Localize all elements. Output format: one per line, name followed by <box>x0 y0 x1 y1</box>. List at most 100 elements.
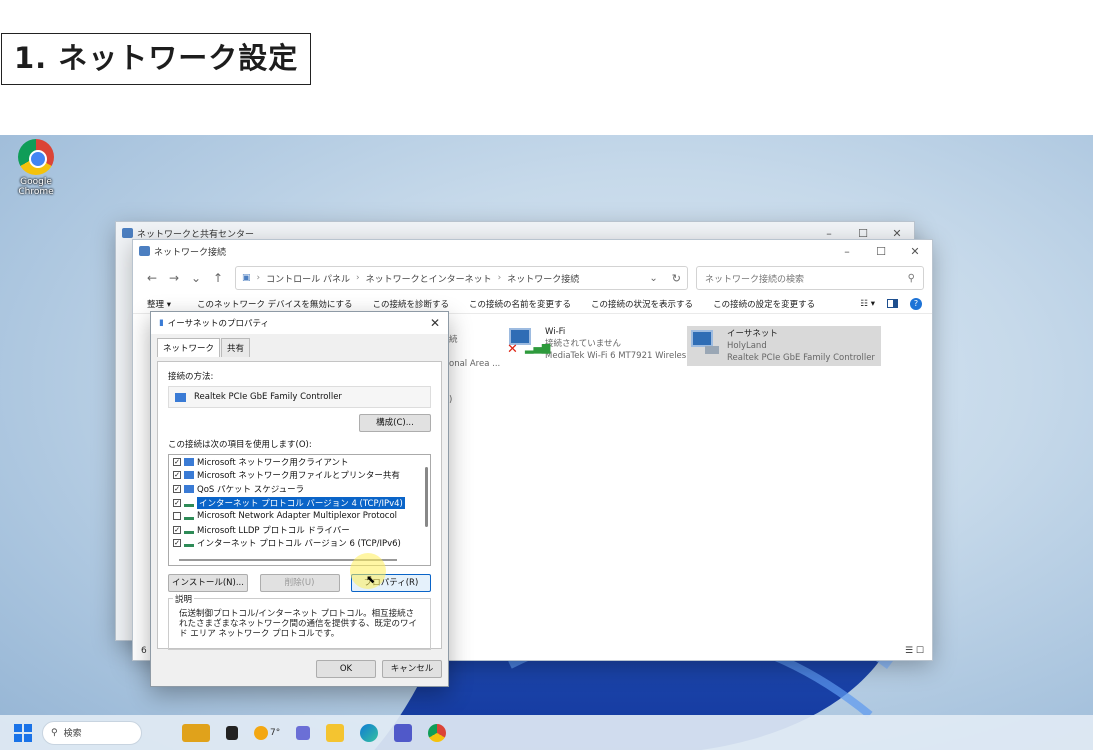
cancel-button[interactable]: キャンセル <box>382 660 442 678</box>
breadcrumb-network-connections[interactable]: ネットワーク接続 <box>507 272 579 285</box>
partial-adapter-line1: 続 <box>449 335 458 345</box>
up-arrow-icon[interactable]: ↑ <box>207 271 229 285</box>
protocol-icon <box>184 498 194 507</box>
chrome-taskbar-icon[interactable] <box>428 723 447 742</box>
edge-icon[interactable] <box>360 723 379 742</box>
chrome-shortcut-label: Google Chrome <box>18 177 54 197</box>
minimize-icon[interactable]: – <box>830 245 864 258</box>
configure-button[interactable]: 構成(C)... <box>359 414 431 432</box>
dialog-tabs: ネットワーク 共有 <box>151 334 448 357</box>
install-button[interactable]: インストール(N)... <box>168 574 248 592</box>
close-icon[interactable]: ✕ <box>880 227 914 240</box>
search-input[interactable]: ネットワーク接続の検索 ⚲ <box>696 266 924 290</box>
ethernet-adapter-name: イーサネット <box>727 329 778 339</box>
cmd-disable-device[interactable]: このネットワーク デバイスを無効にする <box>197 298 353 310</box>
preview-pane-icon[interactable] <box>887 299 898 308</box>
help-icon[interactable]: ? <box>910 297 922 310</box>
breadcrumb-network-internet[interactable]: ネットワークとインターネット <box>366 272 492 285</box>
list-item[interactable]: ✓ インターネット プロトコル バージョン 6 (TCP/IPv6) <box>169 537 430 551</box>
minimize-icon[interactable]: – <box>812 227 846 240</box>
breadcrumb-separator: › <box>497 273 502 283</box>
chrome-desktop-shortcut[interactable]: Google Chrome <box>4 139 68 197</box>
item-checkbox[interactable]: ✓ <box>173 525 181 534</box>
cmd-change-settings[interactable]: この接続の設定を変更する <box>713 298 815 310</box>
address-dropdown-icon[interactable]: ⌄ <box>649 273 657 284</box>
breadcrumb-control-panel[interactable]: コントロール パネル <box>266 272 350 285</box>
dialog-icon: ▮ <box>159 318 164 328</box>
widgets-icon[interactable] <box>182 723 210 742</box>
item-label: QoS パケット スケジューラ <box>197 484 305 495</box>
main-window-titlebar[interactable]: ネットワーク接続 – ☐ ✕ <box>133 240 932 262</box>
item-checkbox[interactable]: ✓ <box>173 484 181 493</box>
start-icon[interactable] <box>14 723 32 742</box>
list-item[interactable]: ✓ Microsoft ネットワーク用クライアント <box>169 455 430 469</box>
tab-sharing[interactable]: 共有 <box>221 338 251 357</box>
item-checkbox[interactable]: ✓ <box>173 539 181 548</box>
control-panel-icon: ▣ <box>242 273 251 283</box>
desktop: Google Chrome ネットワークと共有センター – ☐ ✕ ネットワーク… <box>0 135 1093 750</box>
network-center-icon <box>122 228 133 238</box>
weather-temp: 7° <box>270 727 281 738</box>
back-arrow-icon[interactable]: ← <box>141 271 163 285</box>
adapter-ethernet[interactable]: イーサネット HolyLand Realtek PCIe GbE Family … <box>687 326 881 366</box>
tab-network[interactable]: ネットワーク <box>157 338 221 357</box>
dialog-close-icon[interactable]: ✕ <box>422 316 448 330</box>
network-connections-icon <box>139 246 150 256</box>
network-component-icon <box>184 484 194 493</box>
search-icon: ⚲ <box>907 272 915 284</box>
ok-button[interactable]: OK <box>316 660 376 678</box>
partial-adapter-item[interactable]: 続 onal Area ... ) <box>449 334 500 406</box>
view-options-icon[interactable]: ☷ ▾ <box>860 299 875 309</box>
ethernet-adapter-icon <box>689 328 721 358</box>
chrome-icon <box>18 139 54 175</box>
large-icons-view-icon[interactable]: ☐ <box>916 646 924 656</box>
taskbar-search[interactable]: ⚲ 検索 <box>42 720 142 745</box>
teams-chat-icon[interactable] <box>296 725 311 740</box>
refresh-icon[interactable]: ↻ <box>672 272 681 285</box>
maximize-icon[interactable]: ☐ <box>846 227 880 240</box>
dialog-titlebar[interactable]: ▮ イーサネットのプロパティ ✕ <box>151 312 448 334</box>
recent-chevron-icon[interactable]: ⌄ <box>185 271 207 285</box>
description-text: 伝送制御プロトコル/インターネット プロトコル。相互接続されたさまざまなネットワ… <box>179 609 418 639</box>
task-view-icon[interactable] <box>226 725 238 740</box>
maximize-icon[interactable]: ☐ <box>864 245 898 258</box>
partial-adapter-line2: onal Area ... <box>449 359 501 369</box>
cmd-organize[interactable]: 整理 ▾ <box>147 298 171 310</box>
ethernet-properties-dialog[interactable]: ▮ イーサネットのプロパティ ✕ ネットワーク 共有 接続の方法: Realte… <box>150 311 449 687</box>
ethernet-adapter-device: Realtek PCIe GbE Family Controller <box>727 353 875 363</box>
uninstall-button: 削除(U) <box>259 574 340 592</box>
list-item[interactable]: Microsoft Network Adapter Multiplexor Pr… <box>169 509 430 523</box>
address-row: ← → ⌄ ↑ ▣ › コントロール パネル › ネットワークとインターネット … <box>133 262 932 294</box>
list-item[interactable]: ✓ QoS パケット スケジューラ <box>169 482 430 496</box>
search-icon: ⚲ <box>51 727 58 738</box>
cmd-view-status[interactable]: この接続の状況を表示する <box>591 298 693 310</box>
teams-icon[interactable] <box>394 723 413 742</box>
dialog-title: イーサネットのプロパティ <box>167 319 270 329</box>
list-item-selected[interactable]: ✓ インターネット プロトコル バージョン 4 (TCP/IPv4) <box>169 496 430 510</box>
breadcrumb-separator: › <box>356 273 360 283</box>
address-bar[interactable]: ▣ › コントロール パネル › ネットワークとインターネット › ネットワーク… <box>235 266 688 290</box>
weather-icon[interactable]: 7° <box>254 725 281 740</box>
adapter-name: Realtek PCIe GbE Family Controller <box>194 392 342 402</box>
list-item[interactable]: ✓ Microsoft LLDP プロトコル ドライバー <box>169 523 430 537</box>
item-checkbox[interactable] <box>173 512 181 521</box>
components-list[interactable]: ✓ Microsoft ネットワーク用クライアント ✓ Microsoft ネッ… <box>168 454 431 566</box>
details-view-icon[interactable]: ☰ <box>905 646 913 656</box>
close-icon[interactable]: ✕ <box>898 245 932 258</box>
adapter-wifi[interactable]: ✕ ▂▄▆ Wi-Fi 接続されていません MediaTek Wi-Fi 6 M… <box>507 326 694 362</box>
protocol-icon <box>184 539 194 548</box>
cmd-diagnose[interactable]: この接続を診断する <box>373 298 450 310</box>
item-label: インターネット プロトコル バージョン 6 (TCP/IPv6) <box>197 539 401 550</box>
wifi-adapter-status: 接続されていません <box>545 339 621 349</box>
item-checkbox[interactable]: ✓ <box>173 457 181 466</box>
forward-arrow-icon[interactable]: → <box>163 271 185 285</box>
file-explorer-icon[interactable] <box>326 723 345 742</box>
taskbar: ⚲ 検索 7° <box>0 715 1093 750</box>
mouse-pointer-icon: ⬉ <box>366 573 376 586</box>
item-checkbox[interactable]: ✓ <box>173 471 181 480</box>
item-checkbox[interactable]: ✓ <box>173 498 181 507</box>
list-vertical-scrollbar[interactable] <box>425 467 428 527</box>
cmd-rename[interactable]: この接続の名前を変更する <box>469 298 571 310</box>
item-label: Microsoft ネットワーク用クライアント <box>197 457 349 468</box>
list-item[interactable]: ✓ Microsoft ネットワーク用ファイルとプリンター共有 <box>169 469 430 483</box>
